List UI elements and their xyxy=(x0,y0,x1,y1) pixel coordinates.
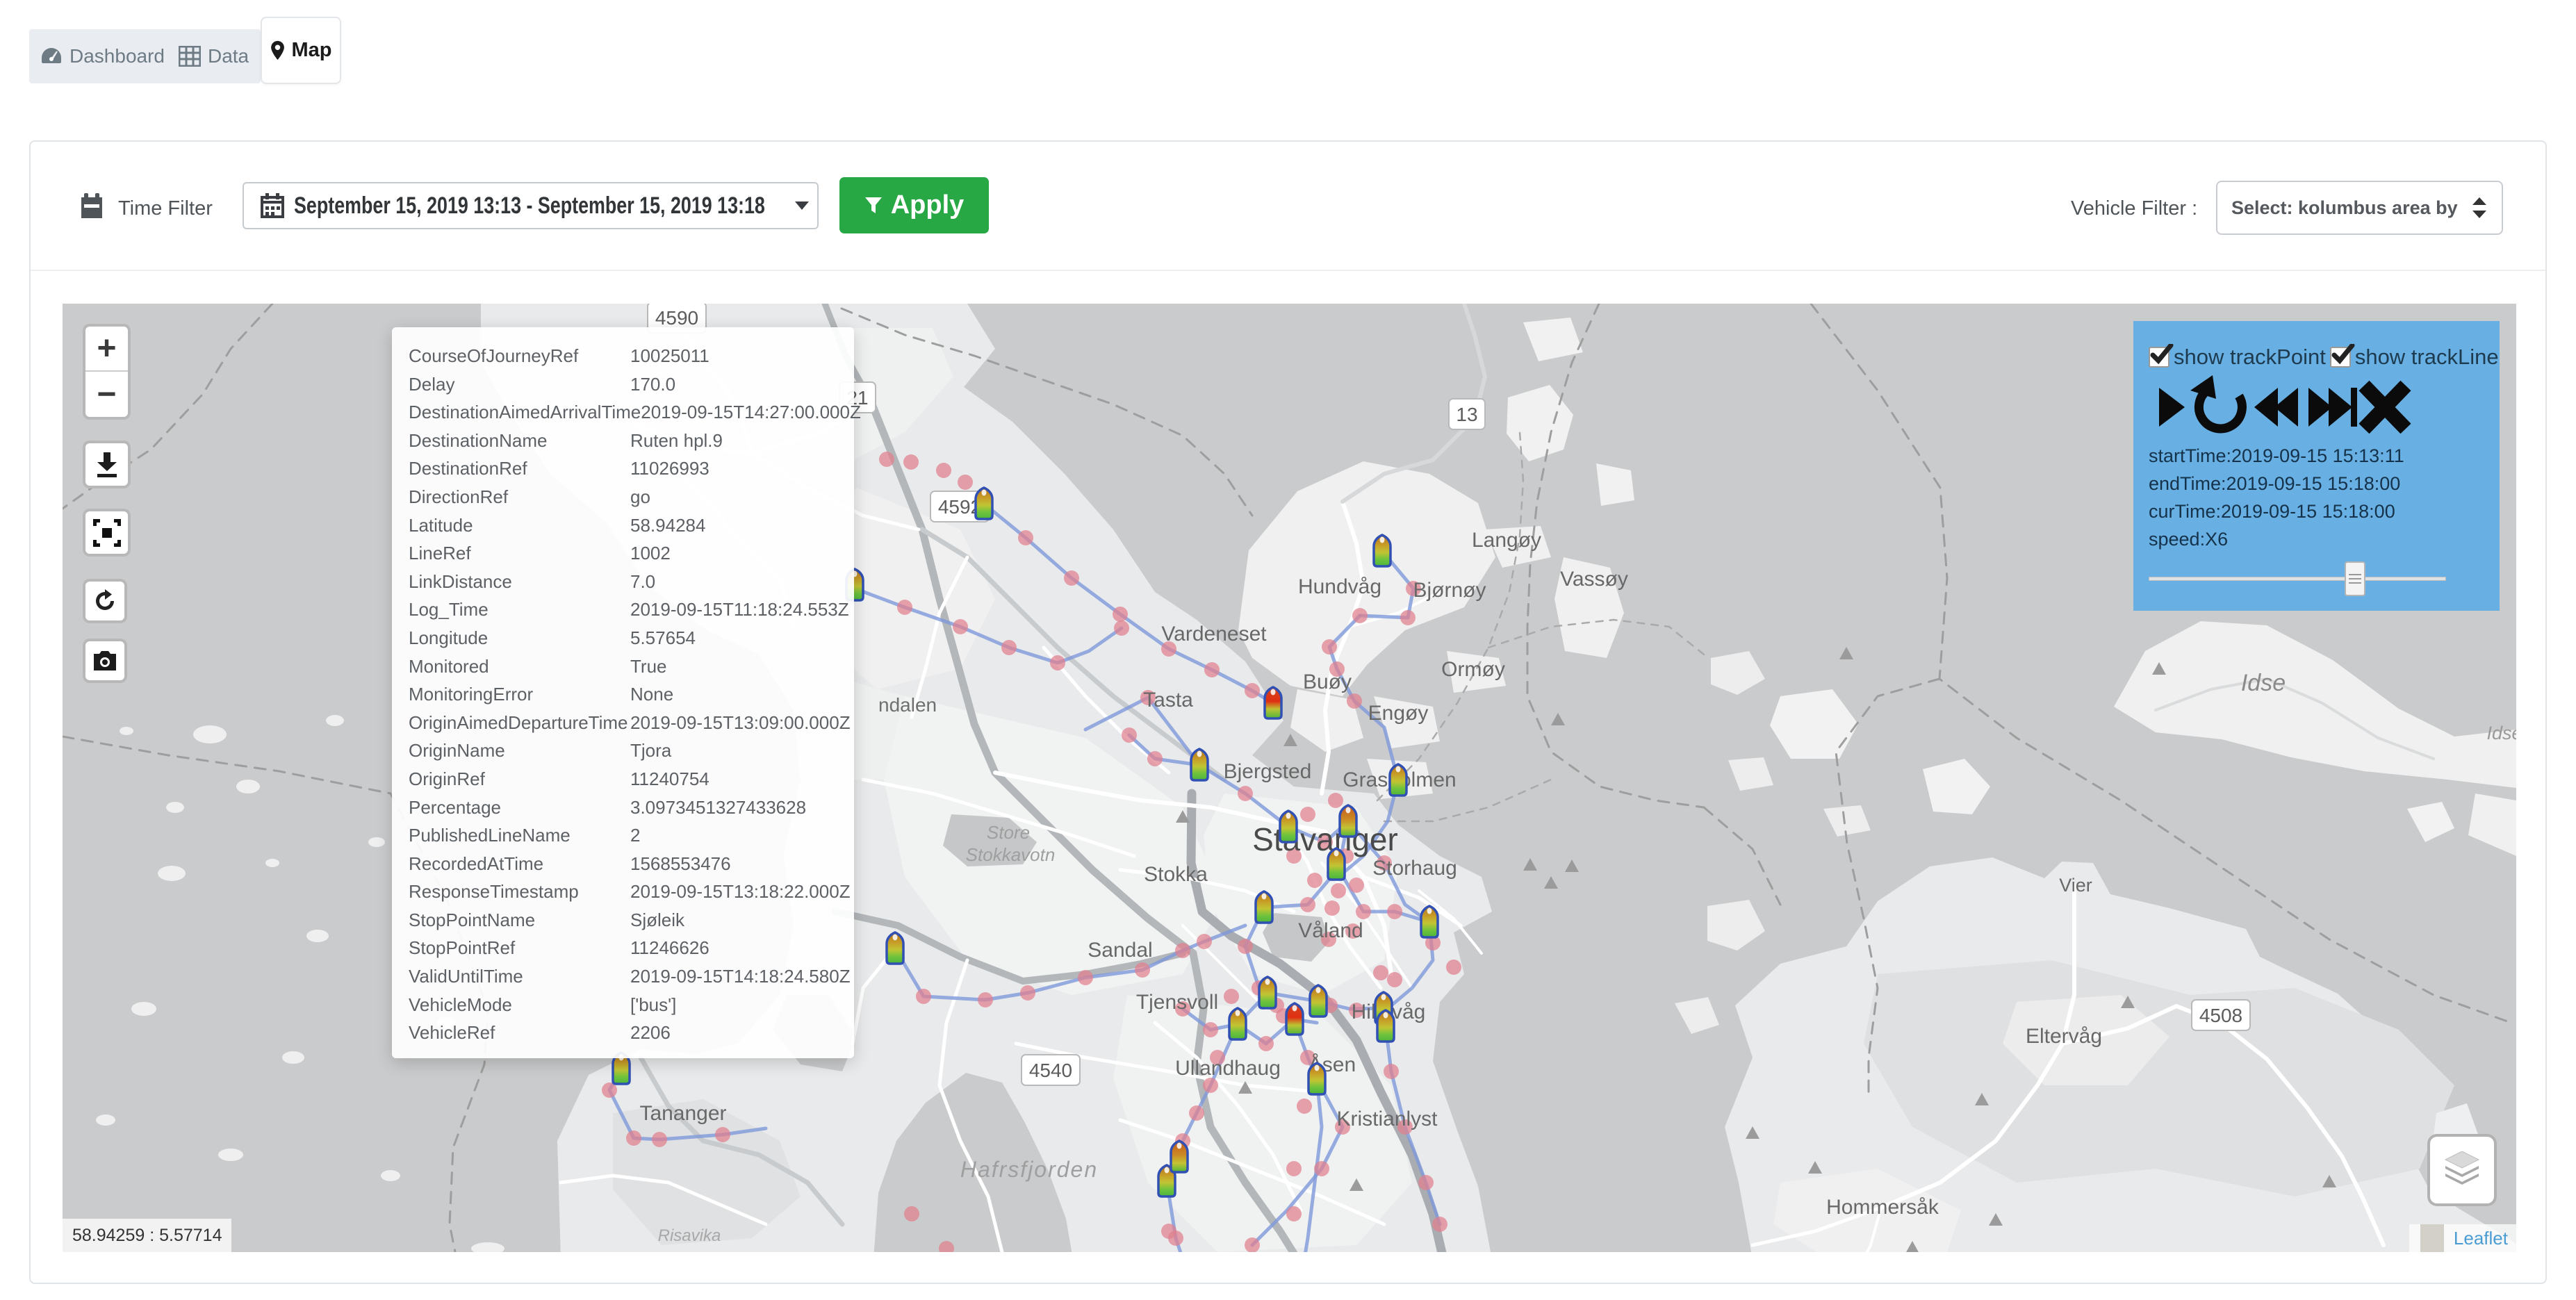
svg-text:4508: 4508 xyxy=(2199,1005,2242,1026)
svg-text:Langøy: Langøy xyxy=(1472,529,1541,552)
svg-text:Buøy: Buøy xyxy=(1303,670,1352,693)
svg-text:Hafrsfjorden: Hafrsfjorden xyxy=(960,1157,1098,1182)
svg-text:Tjensvoll: Tjensvoll xyxy=(1136,991,1218,1014)
svg-text:Stokka: Stokka xyxy=(1144,863,1208,886)
svg-text:Ormøy: Ormøy xyxy=(1441,658,1505,681)
svg-text:Tananger: Tananger xyxy=(639,1102,726,1125)
svg-text:Eltervåg: Eltervåg xyxy=(2026,1025,2102,1048)
svg-text:Vier: Vier xyxy=(2059,875,2092,896)
svg-text:Sandal: Sandal xyxy=(1088,939,1152,962)
svg-text:Våland: Våland xyxy=(1298,919,1363,942)
svg-text:Tasta: Tasta xyxy=(1143,689,1193,711)
svg-text:Risavika: Risavika xyxy=(658,1226,721,1245)
svg-text:Idse: Idse xyxy=(2241,670,2286,696)
svg-text:4590: 4590 xyxy=(655,307,698,329)
svg-text:Bjørnøy: Bjørnøy xyxy=(1413,579,1486,602)
svg-text:Vassøy: Vassøy xyxy=(1560,568,1628,591)
svg-text:Engøy: Engøy xyxy=(1368,702,1429,725)
svg-text:Ullandhaug: Ullandhaug xyxy=(1175,1057,1281,1080)
svg-text:Vardeneset: Vardeneset xyxy=(1161,623,1267,645)
svg-text:Hundvåg: Hundvåg xyxy=(1298,575,1381,598)
svg-text:Stokkavotn: Stokkavotn xyxy=(966,844,1056,865)
svg-text:Bjergsted: Bjergsted xyxy=(1224,760,1312,783)
svg-text:4540: 4540 xyxy=(1029,1060,1072,1081)
svg-text:Idse: Idse xyxy=(2486,723,2516,743)
svg-text:Kristianlyst: Kristianlyst xyxy=(1336,1108,1438,1130)
svg-text:Stavanger: Stavanger xyxy=(1252,821,1398,857)
svg-text:Hommersåk: Hommersåk xyxy=(1826,1196,1939,1219)
svg-text:Storhaug: Storhaug xyxy=(1372,857,1457,880)
svg-text:ndalen: ndalen xyxy=(878,694,937,716)
svg-text:13: 13 xyxy=(1456,404,1477,425)
svg-text:Store: Store xyxy=(987,822,1030,843)
